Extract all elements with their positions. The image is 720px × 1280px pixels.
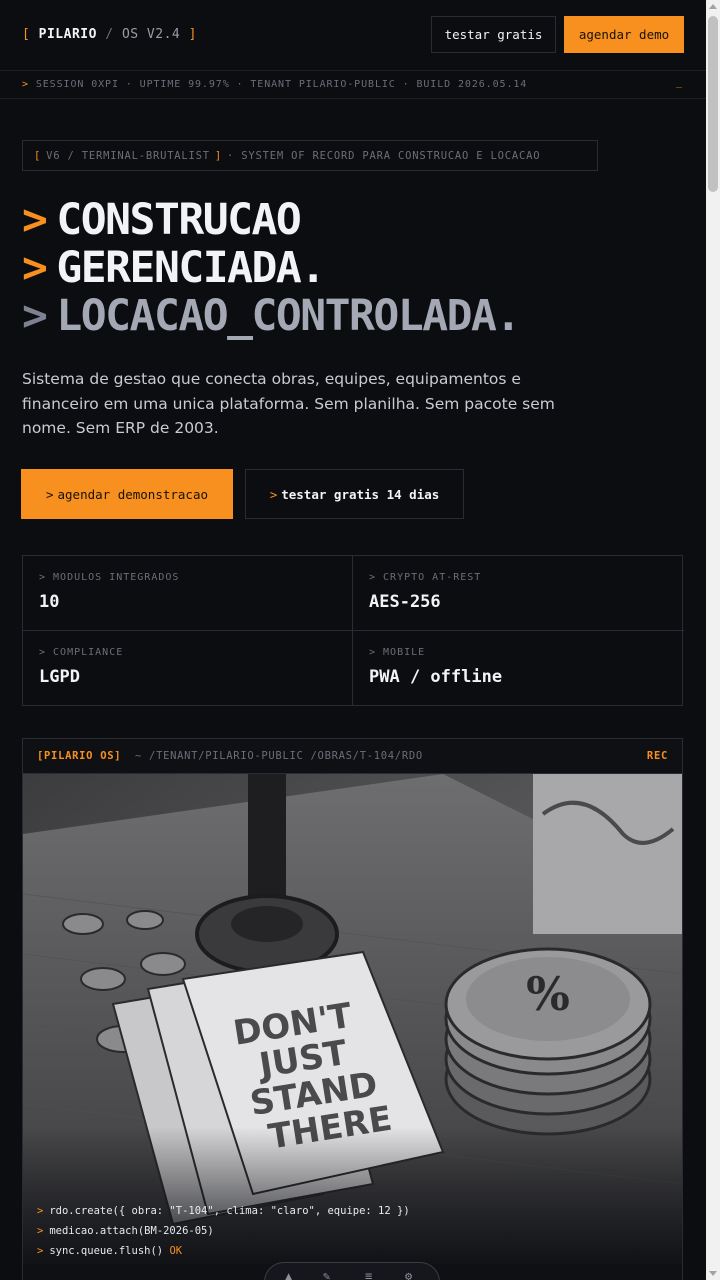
- bracket-open: [: [22, 27, 31, 42]
- stat-value: AES-256: [369, 592, 441, 612]
- stat-crypto: > CRYPTO AT-REST AES-256: [353, 556, 684, 631]
- terminal-path: ~ /TENANT/PILARIO-PUBLIC /OBRAS/T-104/RD…: [135, 750, 423, 762]
- tag-bracket-open: [: [34, 149, 42, 162]
- hero-lead: Sistema de gestao que conecta obras, equ…: [22, 370, 555, 437]
- stat-value: PWA / offline: [369, 667, 503, 687]
- cta-primary-prompt: >: [45, 486, 54, 502]
- floating-dock: ▲ ✎ ≡ ⚙: [264, 1262, 440, 1280]
- hero-prompt-2: >: [22, 243, 48, 293]
- console-cmd: rdo.create({ obra: "T-104", clima: "clar…: [49, 1205, 410, 1217]
- terminal-title: [PILARIO OS]: [37, 750, 122, 762]
- hero-text-2: GERENCIADA.: [56, 243, 326, 293]
- brand-slash: /: [105, 27, 114, 42]
- stat-value: 10: [39, 592, 60, 612]
- brand-logo[interactable]: [ PILARIO / OS V2.4 ]: [22, 27, 197, 42]
- cta-secondary-label: testar gratis 14 dias: [281, 486, 440, 502]
- dock-icon-a[interactable]: ▲: [285, 1269, 292, 1280]
- terminal-header: [PILARIO OS] ~ /TENANT/PILARIO-PUBLIC /O…: [23, 739, 682, 774]
- console-ok: OK: [169, 1245, 183, 1257]
- schedule-demo-button[interactable]: > agendar demonstracao: [21, 469, 233, 519]
- menu-icon[interactable]: ≡: [365, 1269, 372, 1280]
- status-cursor: _: [676, 77, 683, 88]
- stat-value: LGPD: [39, 667, 80, 687]
- hero-prompt-3: >: [22, 291, 48, 341]
- page-scrollbar[interactable]: [706, 0, 720, 1280]
- top-nav: [ PILARIO / OS V2.4 ] testar gratis agen…: [0, 0, 706, 71]
- hero-heading: > CONSTRUCAO > GERENCIADA. > LOCACAO_CONTRO…: [22, 196, 521, 341]
- stat-label: > COMPLIANCE: [39, 647, 124, 658]
- stats-grid: > MODULOS INTEGRADOS 10 > CRYPTO AT-REST…: [22, 555, 684, 706]
- hero-text-1: CONSTRUCAO: [56, 195, 301, 245]
- scroll-down-icon[interactable]: [709, 1271, 717, 1276]
- status-line: > SESSION 0XPI · UPTIME 99.97% · TENANT …: [22, 79, 527, 90]
- status-text: SESSION 0XPI · UPTIME 99.97% · TENANT PI…: [35, 79, 528, 90]
- console-prompt: >: [37, 1245, 44, 1257]
- desk-photo-illustration: % DON'T JUST STAND THERE: [23, 774, 682, 1264]
- hero-prompt-1: >: [22, 195, 48, 245]
- hero-photo: % DON'T JUST STAND THERE: [23, 774, 682, 1264]
- tag-label: V6 / TERMINAL-BRUTALIST: [46, 149, 210, 162]
- terminal-panel: [PILARIO OS] ~ /TENANT/PILARIO-PUBLIC /O…: [22, 738, 683, 1280]
- version-tag: [ V6 / TERMINAL-BRUTALIST ] · SYSTEM OF …: [22, 140, 598, 171]
- demo-button[interactable]: agendar demo: [564, 16, 684, 53]
- hero-text-3: LOCACAO_CONTROLADA.: [56, 291, 521, 341]
- status-prompt: >: [22, 79, 29, 90]
- console-line: > sync.queue.flush() OK: [37, 1241, 410, 1261]
- hero-line-3: > LOCACAO_CONTROLADA.: [22, 291, 521, 341]
- tag-rest: · SYSTEM OF RECORD PARA CONSTRUCAO E LOC…: [227, 149, 541, 162]
- stat-mobile: > MOBILE PWA / offline: [353, 631, 684, 706]
- console-log: > rdo.create({ obra: "T-104", clima: "cla…: [37, 1201, 410, 1261]
- console-prompt: >: [37, 1225, 44, 1237]
- stat-label: > MODULOS INTEGRADOS: [39, 572, 180, 583]
- rec-indicator: REC: [646, 750, 668, 762]
- status-strip: > SESSION 0XPI · UPTIME 99.97% · TENANT …: [0, 71, 706, 99]
- cta-primary-label: agendar demonstracao: [57, 486, 209, 502]
- dock-icon-b[interactable]: ✎: [323, 1269, 330, 1280]
- scroll-thumb[interactable]: [708, 16, 718, 192]
- scroll-up-icon[interactable]: [709, 4, 717, 9]
- cta-secondary-prompt: >: [269, 486, 278, 502]
- stat-label: > MOBILE: [369, 647, 426, 658]
- hero-line-1: > CONSTRUCAO: [22, 196, 520, 244]
- console-cmd: sync.queue.flush(): [49, 1245, 164, 1257]
- trial-button[interactable]: testar gratis: [431, 16, 556, 53]
- console-prompt: >: [37, 1205, 44, 1217]
- console-line: > medicao.attach(BM-2026-05): [37, 1221, 410, 1241]
- hero-line-2: > GERENCIADA.: [22, 244, 520, 292]
- tag-bracket-close: ]: [214, 149, 223, 162]
- settings-icon[interactable]: ⚙: [405, 1269, 412, 1280]
- console-line: > rdo.create({ obra: "T-104", clima: "cla…: [37, 1201, 410, 1221]
- brand-version: OS V2.4: [121, 27, 181, 42]
- brand-name: PILARIO: [38, 27, 97, 42]
- bracket-close: ]: [188, 27, 197, 42]
- stat-compliance: > COMPLIANCE LGPD: [23, 631, 353, 706]
- stat-modules: > MODULOS INTEGRADOS 10: [23, 556, 353, 631]
- free-trial-button[interactable]: > testar gratis 14 dias: [245, 469, 464, 519]
- stat-label: > CRYPTO AT-REST: [369, 572, 482, 583]
- console-cmd: medicao.attach(BM-2026-05): [49, 1225, 214, 1237]
